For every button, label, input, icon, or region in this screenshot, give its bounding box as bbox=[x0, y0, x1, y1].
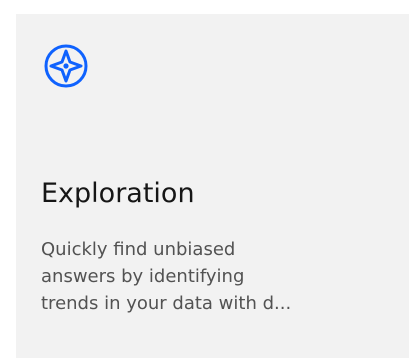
tile-title: Exploration bbox=[41, 178, 195, 209]
exploration-tile[interactable]: Exploration Quickly find unbiased answer… bbox=[16, 14, 409, 358]
tile-description: Quickly find unbiased answers by identif… bbox=[41, 239, 292, 314]
compass-icon bbox=[42, 42, 90, 90]
